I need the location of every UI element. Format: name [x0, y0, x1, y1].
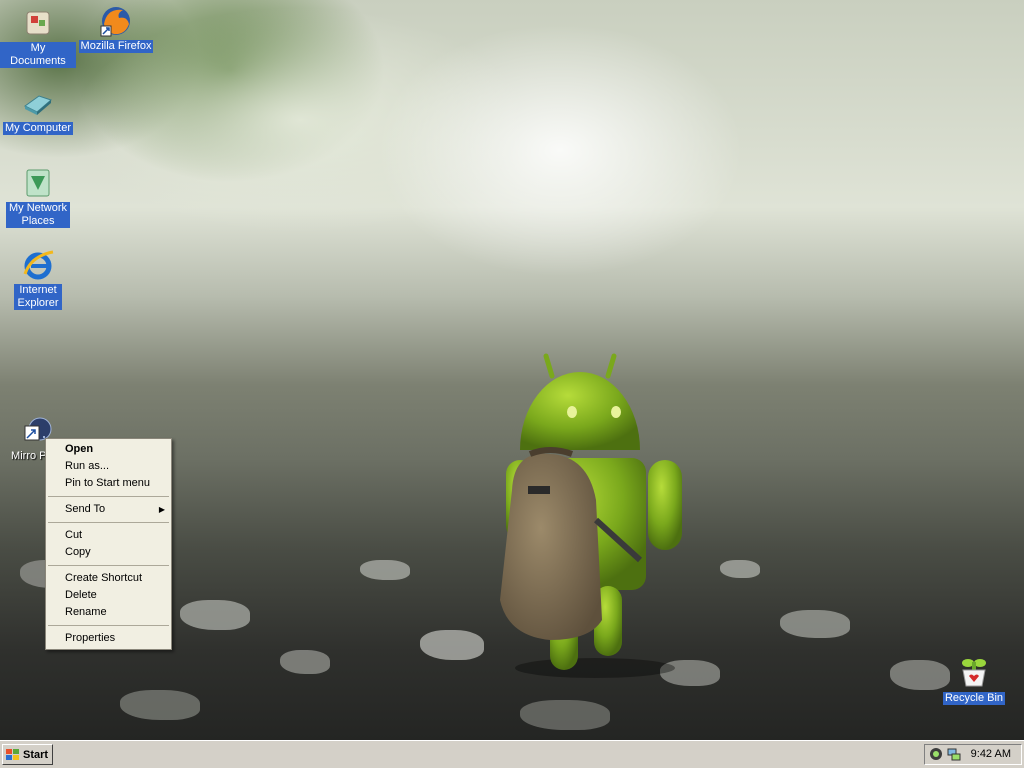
menu-separator — [48, 522, 169, 523]
menu-item-run-as[interactable]: Run as... — [46, 458, 171, 475]
menu-item-pin-to-start-menu[interactable]: Pin to Start menu — [46, 475, 171, 492]
firefox-icon — [99, 4, 133, 38]
desktop-icon-label: Mozilla Firefox — [78, 40, 154, 53]
start-label: Start — [23, 748, 49, 761]
network-icon[interactable] — [947, 747, 961, 764]
menu-item-label: Rename — [65, 606, 107, 618]
menu-item-cut[interactable]: Cut — [46, 527, 171, 544]
desktop-icon-label: Recycle Bin — [942, 692, 1006, 705]
submenu-arrow-icon: ▶ — [158, 505, 165, 514]
menu-separator — [48, 496, 169, 497]
desktop-icon-my-computer[interactable]: My Computer — [0, 86, 76, 135]
desktop-icon-recycle-bin[interactable]: Recycle Bin — [936, 656, 1012, 705]
taskbar: Start 9:42 AM — [0, 740, 1024, 768]
windows-logo-icon — [6, 748, 20, 761]
desktop-icon-label: My Network Places — [6, 202, 70, 228]
menu-item-copy[interactable]: Copy — [46, 544, 171, 561]
volume-icon[interactable] — [929, 747, 943, 764]
desktop-icon-mozilla-firefox[interactable]: Mozilla Firefox — [78, 4, 154, 53]
menu-item-label: Cut — [65, 529, 83, 541]
menu-item-open[interactable]: Open — [46, 441, 171, 458]
desktop-icon-internet-explorer[interactable]: Internet Explorer — [0, 248, 76, 310]
menu-item-label: Properties — [65, 632, 116, 644]
desktop-icon-label: My Documents — [0, 42, 76, 68]
desktop-icon-label: Internet Explorer — [14, 284, 62, 310]
menu-item-rename[interactable]: Rename — [46, 604, 171, 621]
menu-item-properties[interactable]: Properties — [46, 630, 171, 647]
android-figure — [500, 353, 682, 678]
start-button[interactable]: Start — [2, 744, 53, 765]
menu-item-send-to[interactable]: Send To ▶ — [46, 501, 171, 518]
clock[interactable]: 9:42 AM — [971, 748, 1011, 760]
menu-separator — [48, 625, 169, 626]
recycle-bin-icon — [957, 656, 991, 690]
menu-item-label: Send To — [65, 503, 106, 515]
menu-item-label: Pin to Start menu — [65, 477, 150, 489]
menu-item-label: Open — [65, 443, 94, 455]
menu-item-label: Run as... — [65, 460, 110, 472]
context-menu: Open Run as... Pin to Start menu Send To… — [45, 438, 172, 650]
menu-item-delete[interactable]: Delete — [46, 587, 171, 604]
my-documents-icon — [21, 6, 55, 40]
menu-item-create-shortcut[interactable]: Create Shortcut — [46, 570, 171, 587]
network-places-icon — [21, 166, 55, 200]
desktop-icon-my-network-places[interactable]: My Network Places — [0, 166, 76, 228]
menu-item-label: Copy — [65, 546, 91, 558]
desktop-icon-my-documents[interactable]: My Documents — [0, 6, 76, 68]
my-computer-icon — [21, 86, 55, 120]
menu-separator — [48, 565, 169, 566]
menu-item-label: Delete — [65, 589, 97, 601]
desktop-icon-label: My Computer — [2, 122, 74, 135]
internet-explorer-icon — [21, 248, 55, 282]
menu-item-label: Create Shortcut — [65, 572, 143, 584]
system-tray: 9:42 AM — [924, 744, 1022, 765]
